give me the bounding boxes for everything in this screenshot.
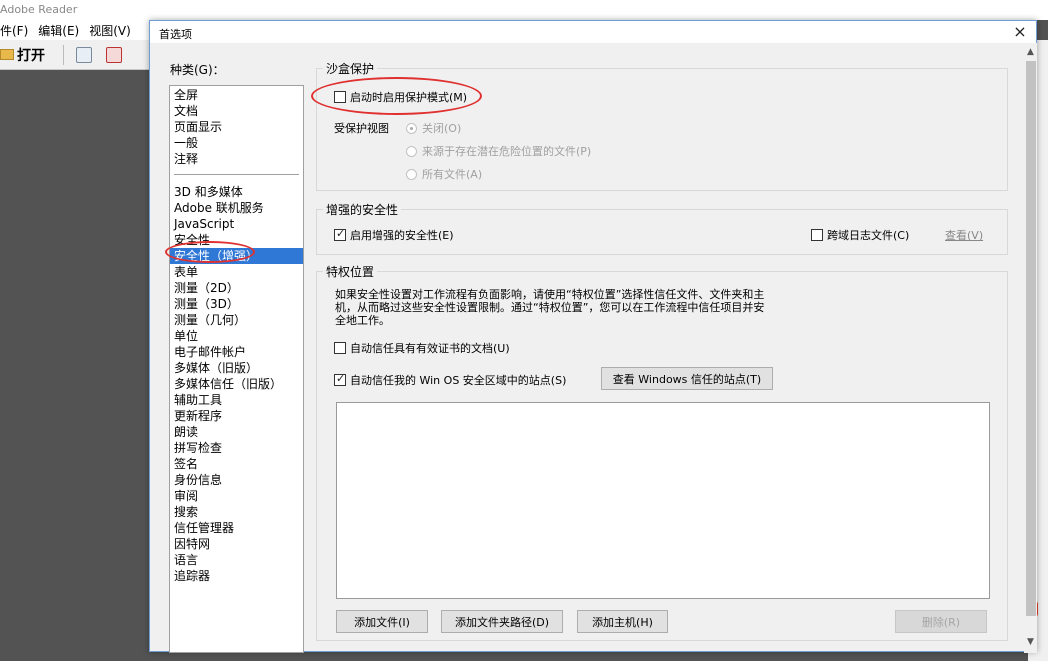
category-item[interactable]: 测量（几何） xyxy=(170,312,303,328)
preferences-dialog: 首选项 × 种类(G)： 全屏 文档 页面显示 一般 注释 3D 和多媒体 Adobe 联… xyxy=(149,20,1037,653)
category-item[interactable]: 全屏 xyxy=(170,87,303,103)
category-item[interactable]: 追踪器 xyxy=(170,568,303,584)
export-icon[interactable] xyxy=(76,46,92,63)
category-item[interactable]: 3D 和多媒体 xyxy=(170,184,303,200)
protected-view-label: 受保护视图 xyxy=(334,122,389,135)
auto-trust-sites-checkbox[interactable] xyxy=(334,372,346,386)
enhanced-security-title: 增强的安全性 xyxy=(323,201,402,218)
category-item[interactable]: 电子邮件帐户 xyxy=(170,344,303,360)
protected-mode-checkbox[interactable] xyxy=(334,91,346,103)
enable-enhanced-label: 启用增强的安全性(E) xyxy=(350,229,454,242)
create-pdf-icon[interactable] xyxy=(106,46,122,63)
enable-enhanced-row[interactable]: 启用增强的安全性(E) xyxy=(334,227,454,243)
radio-unsafe[interactable] xyxy=(406,145,417,157)
category-item[interactable]: 因特网 xyxy=(170,536,303,552)
crossdomain-log-checkbox[interactable] xyxy=(811,229,823,241)
category-label: 种类(G)： xyxy=(170,63,225,77)
category-item[interactable]: 注释 xyxy=(170,151,303,167)
view-log-link[interactable]: 查看(V) xyxy=(945,227,983,243)
category-item[interactable]: 多媒体（旧版） xyxy=(170,360,303,376)
close-icon[interactable]: × xyxy=(1010,22,1030,41)
category-item[interactable]: 文档 xyxy=(170,103,303,119)
toolbar-separator xyxy=(63,44,64,65)
privileged-description: 如果安全性设置对工作流程有负面影响，请使用“特权位置”选择性信任文件、文件夹和主… xyxy=(335,288,765,327)
category-item[interactable]: 辅助工具 xyxy=(170,392,303,408)
app-toolbar: 打开 xyxy=(0,40,150,70)
radio-all[interactable] xyxy=(406,168,417,180)
enable-enhanced-checkbox[interactable] xyxy=(334,227,346,241)
category-item[interactable]: 一般 xyxy=(170,135,303,151)
category-list[interactable]: 全屏 文档 页面显示 一般 注释 3D 和多媒体 Adobe 联机服务 JavaScript… xyxy=(169,85,304,653)
folder-icon xyxy=(0,49,14,60)
category-item[interactable]: 搜索 xyxy=(170,504,303,520)
radio-unsafe-row[interactable]: 来源于存在潜在危险位置的文件(P) xyxy=(406,143,591,159)
protected-view-row: 受保护视图 xyxy=(334,120,389,136)
dialog-title: 首选项 xyxy=(159,28,192,41)
view-windows-sites-button[interactable]: 查看 Windows 信任的站点(T) xyxy=(601,367,773,390)
crossdomain-row[interactable]: 跨域日志文件(C) xyxy=(811,227,909,243)
scroll-thumb[interactable] xyxy=(1026,61,1036,616)
add-host-button[interactable]: 添加主机(H) xyxy=(577,610,668,633)
category-item[interactable]: 页面显示 xyxy=(170,119,303,135)
remove-button[interactable]: 删除(R) xyxy=(895,610,987,633)
auto-trust-sites-label: 自动信任我的 Win OS 安全区域中的站点(S) xyxy=(350,374,567,387)
app-title: Adobe Reader xyxy=(0,3,78,16)
category-group-bottom: 3D 和多媒体 Adobe 联机服务 JavaScript 安全性 安全性（增强） 表单测… xyxy=(170,184,303,584)
category-item[interactable]: 审阅 xyxy=(170,488,303,504)
radio-all-row[interactable]: 所有文件(A) xyxy=(406,166,482,182)
open-label: 打开 xyxy=(17,47,45,64)
app-menubar: 件(F) 编辑(E) 视图(V) xyxy=(0,20,150,40)
category-item[interactable]: 拼写检查 xyxy=(170,440,303,456)
category-item[interactable]: 信任管理器 xyxy=(170,520,303,536)
auto-trust-cert-label: 自动信任具有有效证书的文档(U) xyxy=(350,342,510,355)
crossdomain-log-label: 跨域日志文件(C) xyxy=(827,229,910,242)
category-item[interactable]: 安全性（增强） xyxy=(170,248,303,264)
auto-trust-sites-row[interactable]: 自动信任我的 Win OS 安全区域中的站点(S) xyxy=(334,372,566,388)
open-button[interactable]: 打开 xyxy=(0,45,45,65)
dialog-scrollbar[interactable]: ▲ ▼ xyxy=(1024,43,1037,653)
protected-mode-label: 启动时启用保护模式(M) xyxy=(350,91,468,104)
add-file-button[interactable]: 添加文件(I) xyxy=(336,610,428,633)
category-item[interactable]: 朗读 xyxy=(170,424,303,440)
menu-edit[interactable]: 编辑(E) xyxy=(38,22,79,39)
scroll-up-icon[interactable]: ▲ xyxy=(1024,47,1037,57)
category-item[interactable]: 身份信息 xyxy=(170,472,303,488)
auto-trust-cert-row[interactable]: 自动信任具有有效证书的文档(U) xyxy=(334,340,510,356)
category-item[interactable]: 单位 xyxy=(170,328,303,344)
category-item[interactable]: 语言 xyxy=(170,552,303,568)
category-item[interactable]: 签名 xyxy=(170,456,303,472)
category-separator xyxy=(174,174,299,175)
privileged-locations-title: 特权位置 xyxy=(323,263,378,280)
document-area xyxy=(0,70,150,661)
radio-unsafe-label: 来源于存在潜在危险位置的文件(P) xyxy=(422,145,592,158)
trusted-locations-list[interactable] xyxy=(336,402,990,599)
category-item[interactable]: 多媒体信任（旧版） xyxy=(170,376,303,392)
add-folder-path-button[interactable]: 添加文件夹路径(D) xyxy=(441,610,563,633)
menu-view[interactable]: 视图(V) xyxy=(89,22,131,39)
dialog-titlebar: 首选项 × xyxy=(150,21,1036,43)
category-item[interactable]: 测量（2D） xyxy=(170,280,303,296)
protected-mode-row[interactable]: 启动时启用保护模式(M) xyxy=(334,89,467,105)
category-item[interactable]: JavaScript xyxy=(170,216,303,232)
menu-file[interactable]: 件(F) xyxy=(0,22,28,39)
category-item[interactable]: 更新程序 xyxy=(170,408,303,424)
scroll-down-icon[interactable]: ▼ xyxy=(1024,637,1037,647)
auto-trust-cert-checkbox[interactable] xyxy=(334,342,346,354)
radio-off[interactable] xyxy=(406,122,417,134)
category-group-top: 全屏 文档 页面显示 一般 注释 xyxy=(170,87,303,167)
radio-all-label: 所有文件(A) xyxy=(422,168,483,181)
category-item[interactable]: 测量（3D） xyxy=(170,296,303,312)
sandbox-title: 沙盒保护 xyxy=(323,60,378,77)
category-item[interactable]: 表单 xyxy=(170,264,303,280)
app-title-bar: Adobe Reader xyxy=(0,0,1048,20)
category-item[interactable]: Adobe 联机服务 xyxy=(170,200,303,216)
radio-off-row[interactable]: 关闭(O) xyxy=(406,120,461,136)
category-item[interactable]: 安全性 xyxy=(170,232,303,248)
radio-off-label: 关闭(O) xyxy=(422,122,462,135)
